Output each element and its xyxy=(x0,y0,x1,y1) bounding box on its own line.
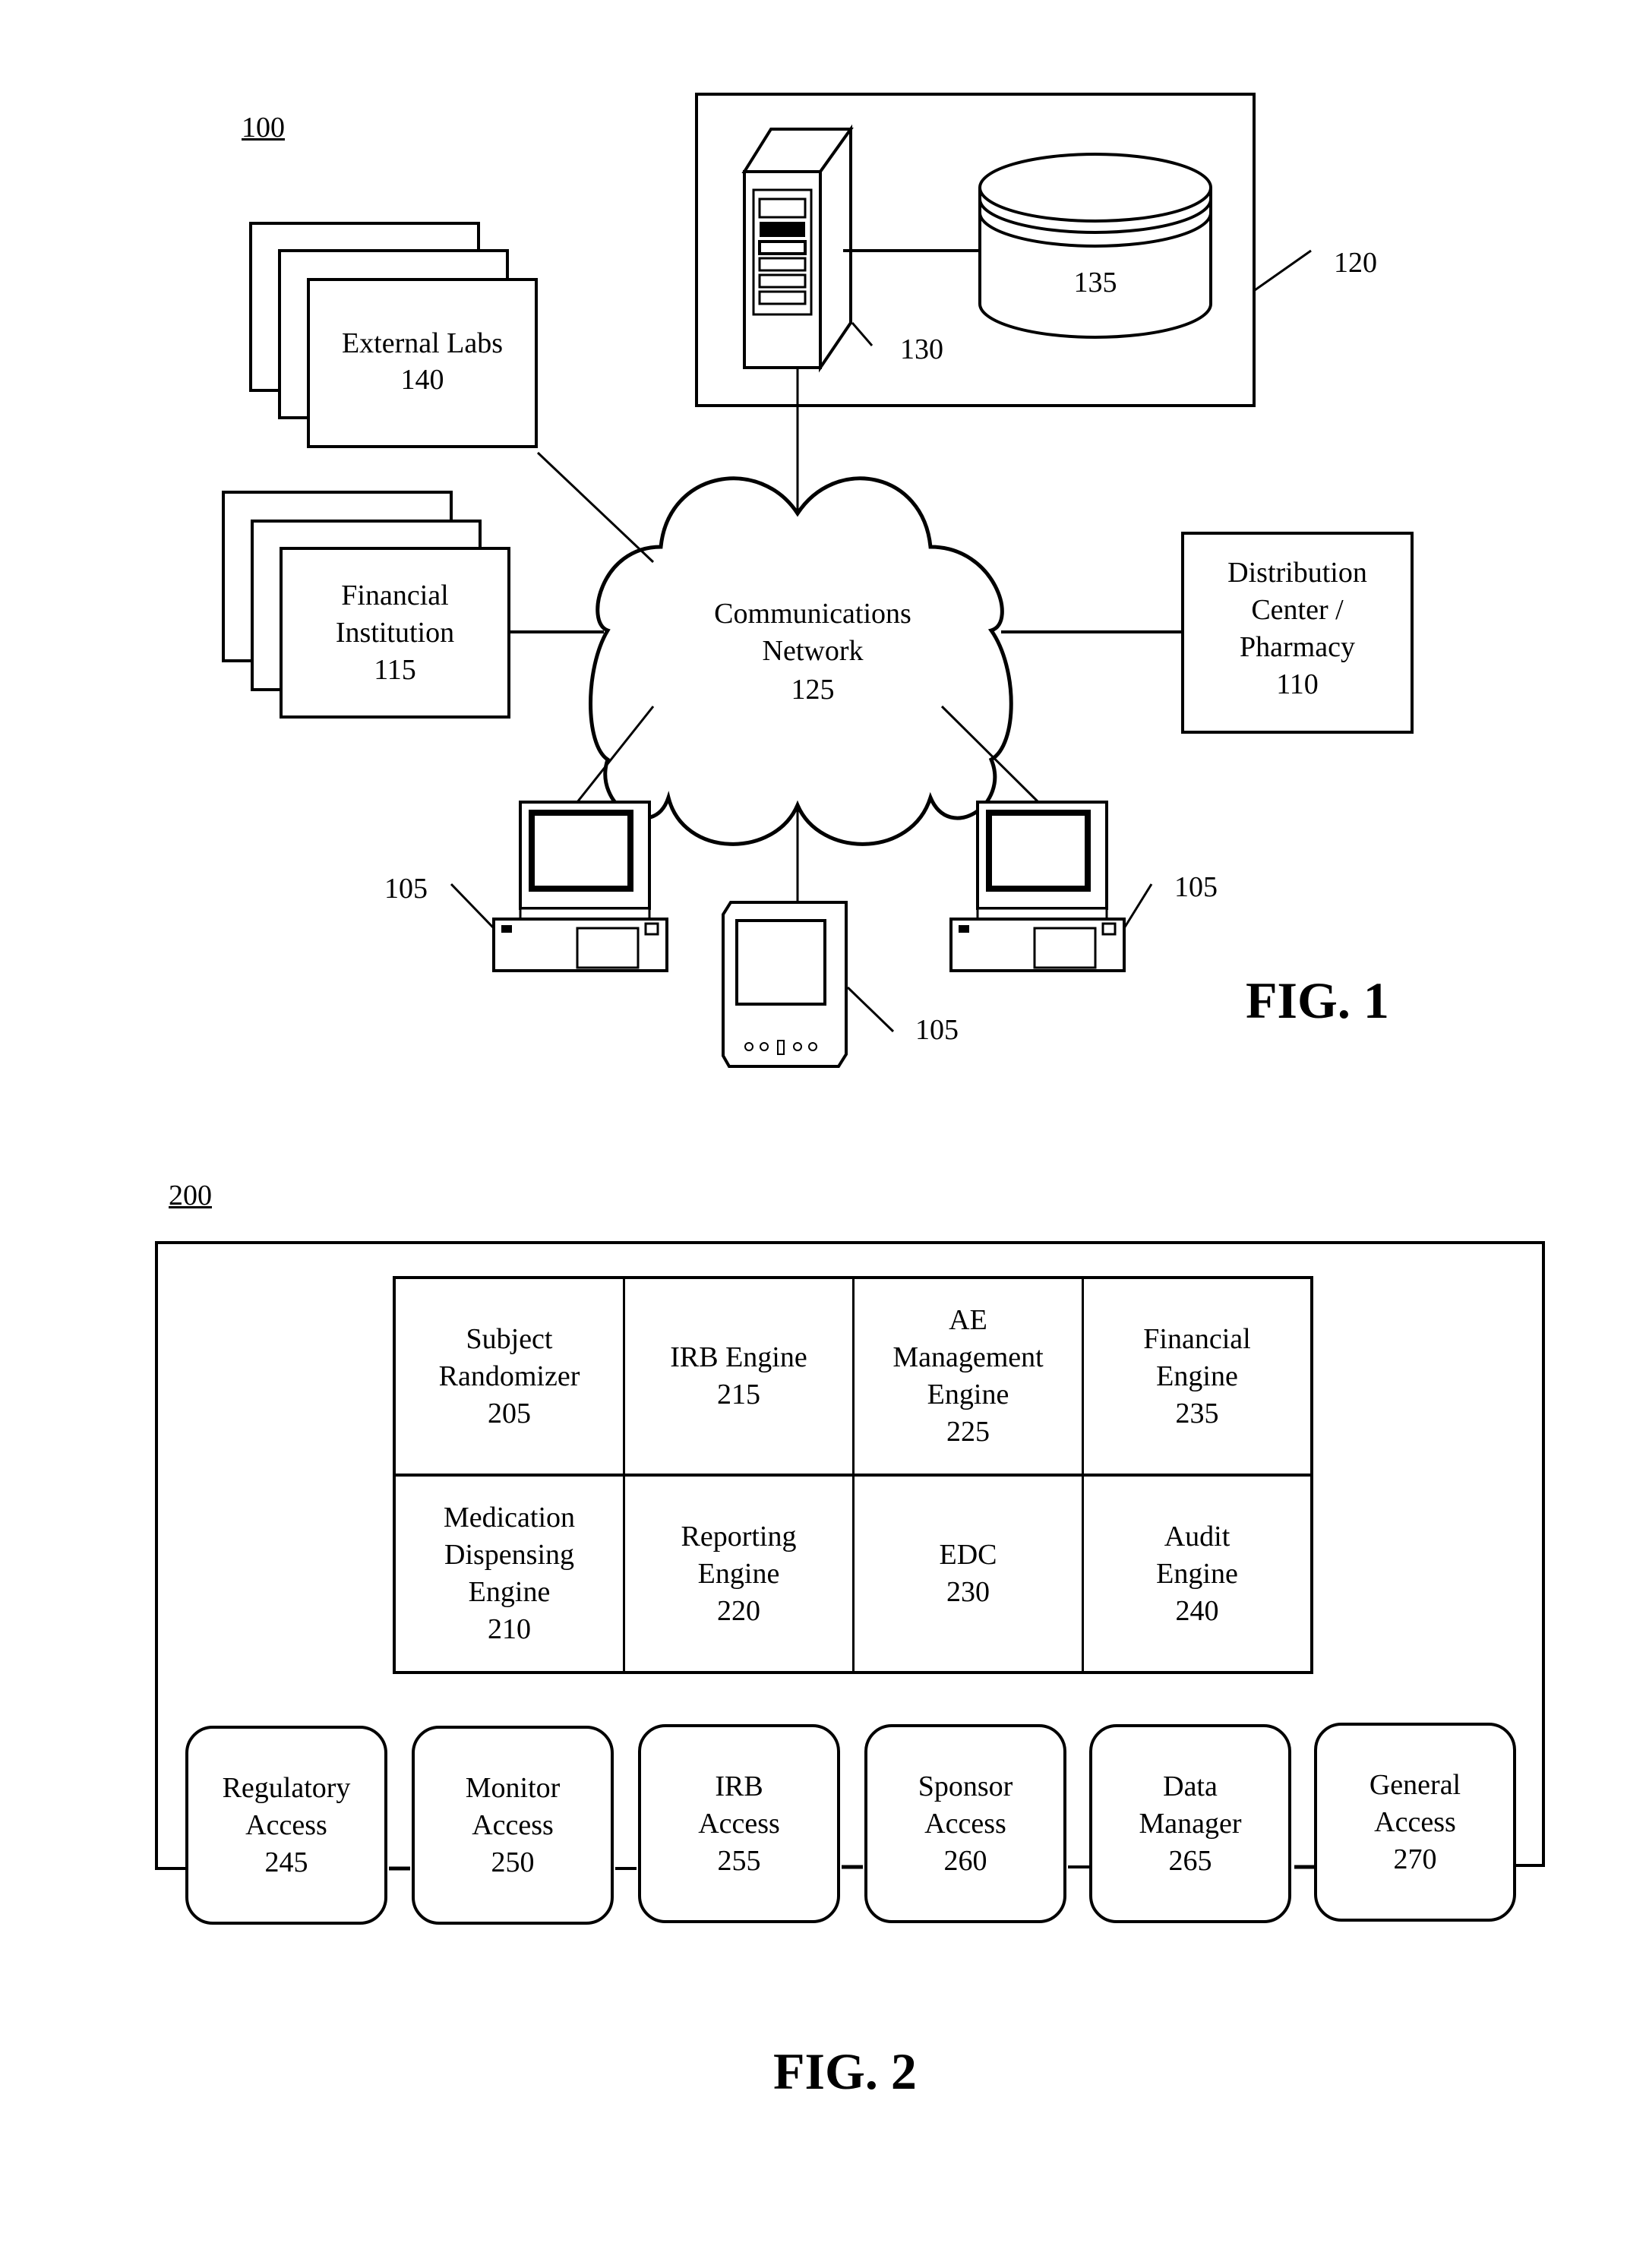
engine-name: IRB Engine xyxy=(670,1341,807,1373)
leader-105-left xyxy=(450,883,495,930)
network-label: Communications Network xyxy=(714,598,911,667)
engine-name: Financial Engine xyxy=(1143,1322,1251,1392)
distribution-center-ref: 110 xyxy=(1276,668,1319,700)
distribution-center-label: Distribution Center / Pharmacy xyxy=(1227,557,1367,663)
database-cylinder-icon xyxy=(978,153,1212,339)
access-module-ref: 250 xyxy=(491,1846,535,1878)
external-labs-ref: 140 xyxy=(400,364,444,396)
server-system-ref: 120 xyxy=(1334,247,1377,279)
access-module-ref: 255 xyxy=(717,1844,761,1877)
access-module-ref: 245 xyxy=(264,1846,308,1878)
engine-ref: 235 xyxy=(1175,1397,1219,1429)
diagram-lines xyxy=(155,93,1545,1871)
server-tower-icon xyxy=(741,124,854,373)
access-module-name: Monitor Access xyxy=(465,1771,561,1841)
engine-cell: AE Management Engine 225 xyxy=(855,1279,1084,1477)
access-module-ref: 270 xyxy=(1393,1843,1437,1875)
access-module: Regulatory Access 245 xyxy=(185,1726,387,1925)
client-device-ref-right: 105 xyxy=(1174,871,1218,903)
figure-1-title: FIG. 1 xyxy=(1246,971,1389,1029)
access-module: IRB Access 255 xyxy=(638,1724,840,1923)
access-module-name: IRB Access xyxy=(698,1770,780,1840)
engine-cell: IRB Engine 215 xyxy=(625,1279,855,1477)
handheld-device-icon xyxy=(722,901,848,1068)
figure-reference-200: 200 xyxy=(169,1180,212,1211)
distribution-center-box: Distribution Center / Pharmacy 110 xyxy=(1181,532,1414,734)
leader-105-right xyxy=(1123,883,1153,929)
engine-cell: Audit Engine 240 xyxy=(1084,1477,1310,1671)
engine-cell: Medication Dispensing Engine 210 xyxy=(396,1477,625,1671)
figure-reference-100: 100 xyxy=(242,112,285,144)
client-device-ref-left: 105 xyxy=(384,873,428,905)
leader-130 xyxy=(851,322,874,346)
access-module: Data Manager 265 xyxy=(1089,1724,1291,1923)
financial-institution-ref: 115 xyxy=(374,654,416,686)
engine-ref: 225 xyxy=(946,1416,990,1448)
access-module-name: Regulatory Access xyxy=(222,1771,351,1841)
financial-institution-label: Financial Institution xyxy=(335,580,455,649)
access-module: General Access 270 xyxy=(1314,1723,1516,1922)
network-ref: 125 xyxy=(791,674,835,706)
figure-2-title: FIG. 2 xyxy=(773,2042,917,2100)
server-ref: 130 xyxy=(900,333,943,365)
engine-name: Medication Dispensing Engine xyxy=(443,1502,576,1608)
engine-ref: 240 xyxy=(1175,1594,1219,1627)
leader-105-bottom xyxy=(846,986,895,1033)
external-labs-box: External Labs 140 xyxy=(307,278,538,448)
engine-ref: 210 xyxy=(488,1613,531,1645)
engine-name: Reporting Engine xyxy=(681,1520,797,1590)
access-module-ref: 265 xyxy=(1168,1844,1212,1877)
engine-cell: EDC 230 xyxy=(855,1477,1084,1671)
engine-cell: Financial Engine 235 xyxy=(1084,1279,1310,1477)
leader-120 xyxy=(1254,249,1312,292)
engine-cell: Reporting Engine 220 xyxy=(625,1477,855,1671)
access-module-name: Sponsor Access xyxy=(918,1770,1013,1840)
external-labs-label: External Labs xyxy=(341,327,504,359)
access-module-name: General Access xyxy=(1369,1768,1461,1838)
engine-name: AE Management Engine xyxy=(892,1304,1044,1410)
client-device-ref-bottom: 105 xyxy=(915,1014,959,1046)
engine-name: Subject Randomizer xyxy=(438,1322,580,1392)
engine-grid: Subject Randomizer 205 IRB Engine 215 AE M… xyxy=(393,1276,1313,1674)
engine-ref: 230 xyxy=(946,1576,990,1608)
engine-cell: Subject Randomizer 205 xyxy=(396,1279,625,1477)
access-module-ref: 260 xyxy=(943,1844,987,1877)
desktop-computer-icon xyxy=(492,801,668,972)
access-module: Monitor Access 250 xyxy=(412,1726,614,1925)
financial-institution-box: Financial Institution 115 xyxy=(280,547,510,719)
engine-ref: 205 xyxy=(488,1397,531,1429)
access-module: Sponsor Access 260 xyxy=(864,1724,1066,1923)
engine-ref: 215 xyxy=(716,1379,760,1410)
database-ref: 135 xyxy=(1073,267,1117,299)
desktop-computer-icon xyxy=(949,801,1126,972)
engine-name: Audit Engine xyxy=(1156,1520,1238,1590)
engine-ref: 220 xyxy=(716,1594,760,1627)
access-module-name: Data Manager xyxy=(1139,1770,1242,1840)
engine-name: EDC xyxy=(939,1539,997,1571)
